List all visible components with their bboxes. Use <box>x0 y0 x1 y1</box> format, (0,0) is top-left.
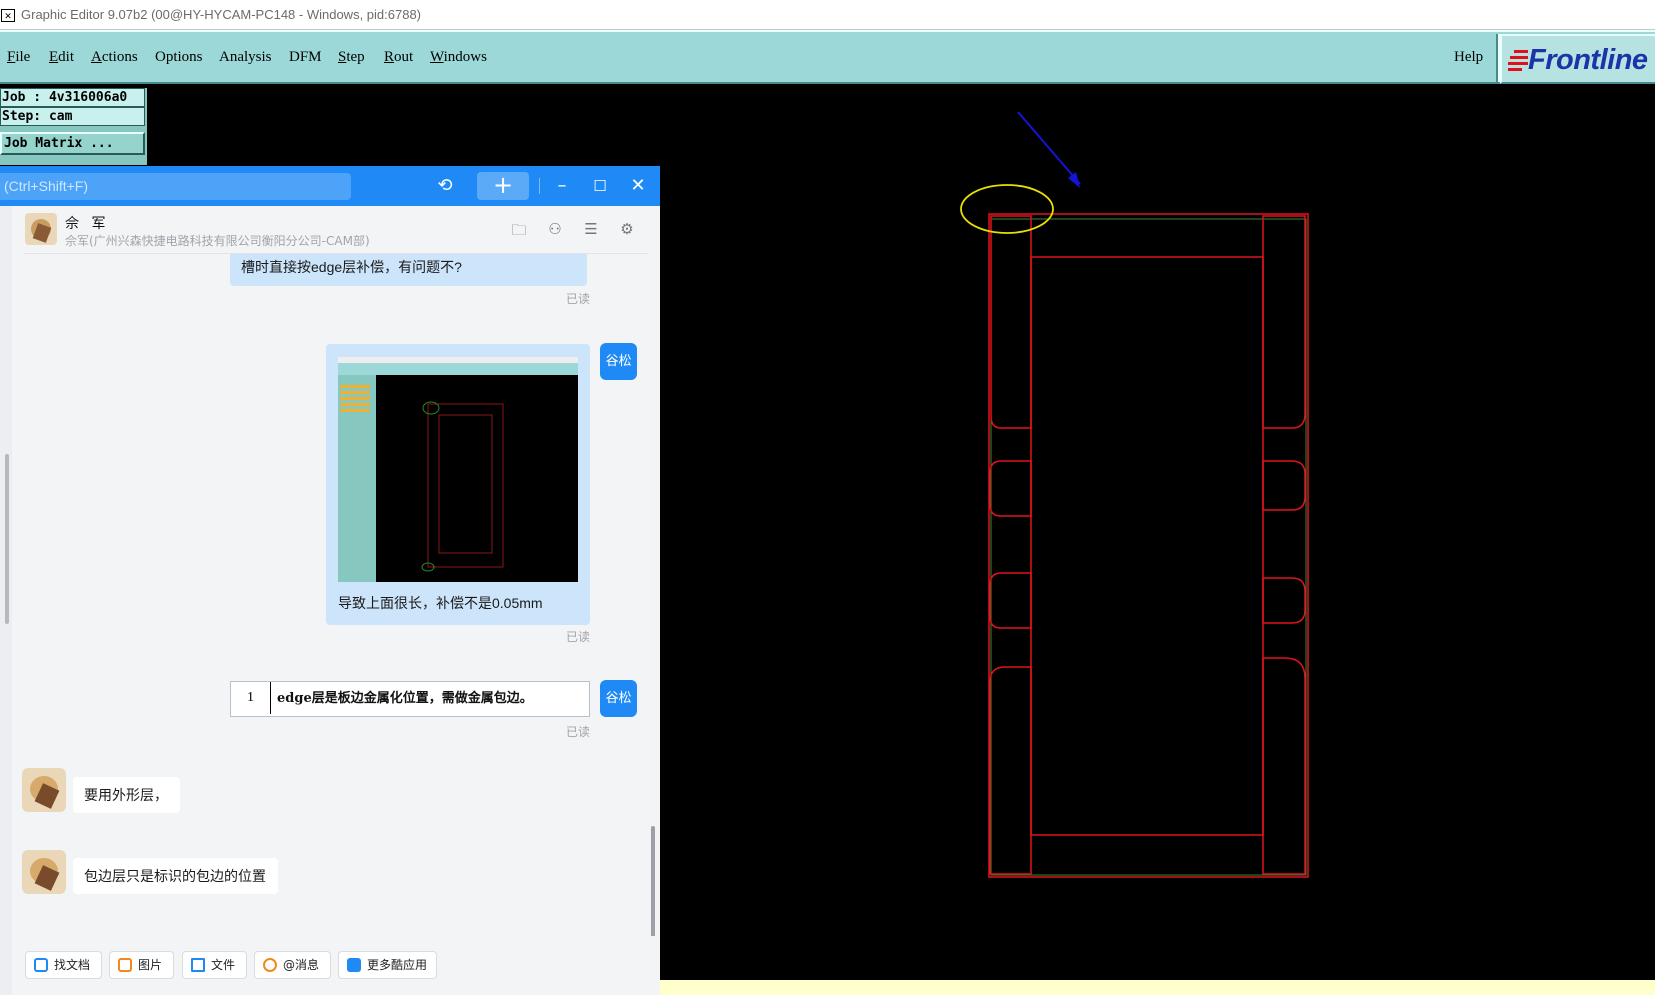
quote-text: edge层是板边金属化位置，需做金属包边。 <box>277 691 533 706</box>
contact-org: 佘军(广州兴森快捷电路科技有限公司衡阳分公司-CAM部) <box>65 234 370 248</box>
window-titlebar: ✕ Graphic Editor 9.07b2 (00@HY-HYCAM-PC1… <box>0 0 1655 30</box>
slot-left-top <box>990 215 1032 429</box>
read-status: 已读 <box>566 292 591 306</box>
screenshot-thumbnail[interactable] <box>338 357 578 582</box>
mention-button[interactable]: @消息 <box>254 951 331 979</box>
image-caption: 导致上面很长，补偿不是0.05mm <box>338 595 543 611</box>
more-apps-button[interactable]: 更多酷应用 <box>338 951 437 979</box>
peer-avatar[interactable] <box>22 768 66 812</box>
doc-search-icon <box>34 958 48 972</box>
mention-label: @消息 <box>283 958 320 972</box>
pcb-drawing <box>960 111 1309 878</box>
slot-right-2 <box>1262 460 1306 511</box>
menu-rout[interactable]: Rout <box>384 49 413 66</box>
menu-analysis[interactable]: Analysis <box>219 49 272 66</box>
frontline-logo: Frontline <box>1500 34 1655 84</box>
slot-right-3 <box>1262 577 1306 624</box>
outer-profile-red <box>988 213 1309 878</box>
menu-windows[interactable]: Windows <box>430 49 487 66</box>
chat-search-input[interactable]: (Ctrl+Shift+F) <box>0 173 351 200</box>
slot-left-bottom <box>989 666 1032 875</box>
thumb-drawing <box>421 401 504 572</box>
minimize-icon[interactable]: – <box>550 174 574 198</box>
file-label: 文件 <box>211 958 236 972</box>
message-bubble[interactable]: 槽时直接按edge层补偿，有问题不? <box>230 254 587 286</box>
logo-stripes-icon <box>1506 50 1528 72</box>
find-docs-button[interactable]: 找文档 <box>25 951 102 979</box>
menu-edit[interactable]: Edit <box>49 49 74 66</box>
contact-header: 佘 军 佘军(广州兴森快捷电路科技有限公司衡阳分公司-CAM部) 🗀 ⚇ ☰ ⚙ <box>12 206 660 254</box>
image-label: 图片 <box>138 958 163 972</box>
profile-green <box>990 218 1307 876</box>
highlight-ellipse <box>960 184 1054 234</box>
slot-left-2 <box>989 460 1032 517</box>
read-status: 已读 <box>566 630 591 644</box>
image-button[interactable]: 图片 <box>109 951 174 979</box>
peer-message-bubble[interactable]: 要用外形层， <box>73 777 180 813</box>
find-docs-label: 找文档 <box>54 958 91 972</box>
at-icon <box>263 958 277 972</box>
chat-header: (Ctrl+Shift+F) ⟲ + – ☐ ✕ <box>0 166 660 206</box>
history-icon[interactable]: ⟲ <box>433 174 457 198</box>
annotation-arrowhead <box>1068 172 1080 188</box>
apps-icon <box>347 958 361 972</box>
folder-icon[interactable]: 🗀 <box>508 220 530 240</box>
new-chat-button[interactable]: + <box>477 172 529 200</box>
maximize-icon[interactable]: ☐ <box>588 174 612 198</box>
chat-list-scrollbar[interactable] <box>5 454 9 624</box>
job-matrix-button[interactable]: Job Matrix ... <box>0 132 145 155</box>
graphic-canvas[interactable] <box>660 88 1655 980</box>
peer-avatar[interactable] <box>22 850 66 894</box>
close-icon[interactable]: ✕ <box>626 174 650 198</box>
step-name: Step: cam <box>0 107 145 126</box>
menu-file[interactable]: File <box>7 49 30 66</box>
window-title: Graphic Editor 9.07b2 (00@HY-HYCAM-PC148… <box>21 7 422 22</box>
slot-left-3 <box>989 572 1032 629</box>
message-scrollbar[interactable] <box>651 826 655 944</box>
job-panel: Job : 4v316006a0 Step: cam Job Matrix ..… <box>0 88 147 165</box>
app-icon: ✕ <box>1 9 15 22</box>
status-bar <box>660 980 1655 995</box>
header-separator <box>539 178 540 194</box>
settings-gear-icon[interactable]: ⚙ <box>616 220 638 240</box>
file-button[interactable]: 文件 <box>182 951 247 979</box>
job-name: Job : 4v316006a0 <box>0 88 145 107</box>
chat-window: (Ctrl+Shift+F) ⟲ + – ☐ ✕ 佘 军 佘军(广州兴森快捷电路… <box>0 166 660 995</box>
menu-step[interactable]: Step <box>338 49 365 66</box>
slot-right-bottom <box>1262 657 1306 875</box>
add-member-icon[interactable]: ⚇ <box>544 220 566 240</box>
menu-dfm[interactable]: DFM <box>289 49 322 66</box>
more-apps-label: 更多酷应用 <box>367 958 428 972</box>
search-history-icon[interactable]: ☰ <box>580 220 602 240</box>
chat-list-edge <box>0 206 12 995</box>
sender-avatar[interactable]: 谷松 <box>600 680 637 717</box>
contact-name: 佘 军 <box>65 216 110 232</box>
contact-avatar[interactable] <box>25 213 57 245</box>
image-icon <box>118 958 132 972</box>
quote-message[interactable]: 1 edge层是板边金属化位置，需做金属包边。 <box>230 681 590 717</box>
menubar: File Edit Actions Options Analysis DFM S… <box>0 30 1655 84</box>
sender-avatar[interactable]: 谷松 <box>600 343 637 380</box>
menu-help[interactable]: Help <box>1454 49 1483 66</box>
chat-toolbar: 找文档 图片 文件 @消息 更多酷应用 <box>12 936 660 995</box>
menu-actions[interactable]: Actions <box>91 49 138 66</box>
inner-cutout <box>1030 256 1264 836</box>
slot-right-top <box>1262 215 1306 429</box>
peer-message-bubble[interactable]: 包边层只是标识的包边的位置 <box>73 858 278 894</box>
menu-options[interactable]: Options <box>155 49 203 66</box>
folder-icon <box>191 958 205 972</box>
quote-line-number: 1 <box>231 682 271 714</box>
image-message-bubble[interactable]: 导致上面很长，补偿不是0.05mm <box>326 344 590 625</box>
logo-text: Frontline <box>1528 44 1648 76</box>
read-status: 已读 <box>566 725 591 739</box>
annotation-arrow <box>1017 111 1081 185</box>
